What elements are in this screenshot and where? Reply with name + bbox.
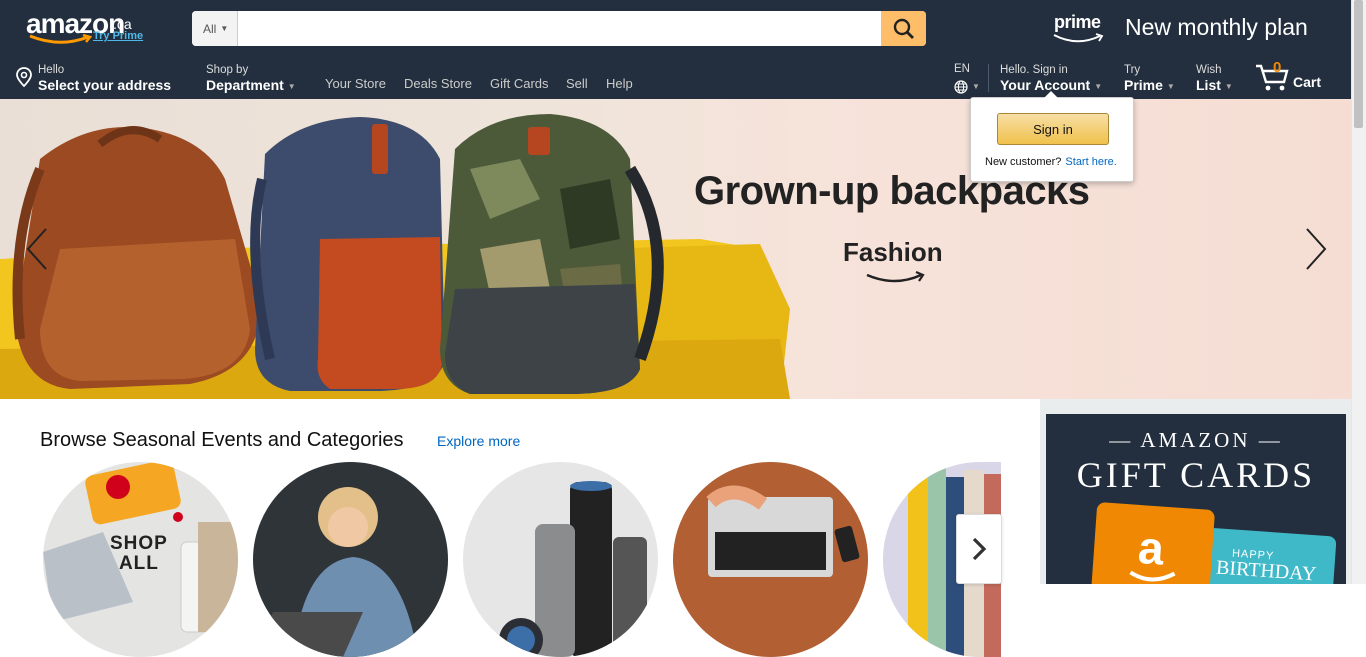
shop-all-line2: ALL bbox=[118, 553, 159, 574]
category-woman-laptop[interactable] bbox=[253, 462, 448, 657]
globe-icon bbox=[954, 80, 968, 94]
nav-link-your-store[interactable]: Your Store bbox=[325, 76, 386, 91]
try-prime-label-row: Prime ▼ bbox=[1124, 77, 1175, 95]
gift-cards-ad[interactable]: — AMAZON — GIFT CARDS HAPPY BIRTHDAY a bbox=[1046, 414, 1346, 584]
language-icon-row: ▼ bbox=[954, 78, 980, 96]
search-category-label: All bbox=[203, 21, 217, 36]
gift-ad-brand: — AMAZON — bbox=[1109, 428, 1283, 452]
department-label-row: Department ▼ bbox=[206, 77, 296, 95]
nav-link-help[interactable]: Help bbox=[606, 76, 633, 91]
wish-list-label: List bbox=[1196, 77, 1221, 93]
search-bar: All ▼ bbox=[192, 11, 926, 46]
try-prime-label: Prime bbox=[1124, 77, 1163, 93]
shop-all-line1: SHOP bbox=[110, 533, 168, 554]
prime-wordmark: prime bbox=[1054, 12, 1101, 32]
search-input[interactable] bbox=[238, 11, 881, 46]
address-greeting: Hello bbox=[38, 64, 65, 76]
gift-ad-title: GIFT CARDS bbox=[1076, 455, 1316, 495]
wish-list-menu[interactable]: Wish List ▼ bbox=[1196, 64, 1233, 95]
language-code: EN bbox=[954, 63, 970, 75]
logo-smile-icon bbox=[29, 34, 93, 44]
backpacks-image bbox=[0, 114, 790, 399]
department-label: Department bbox=[206, 77, 284, 93]
nav-link-sell[interactable]: Sell bbox=[566, 76, 588, 91]
search-icon bbox=[893, 18, 914, 39]
nav-divider bbox=[988, 64, 989, 92]
department-caption: Shop by bbox=[206, 64, 249, 76]
location-pin-icon bbox=[16, 67, 32, 87]
address-selector[interactable]: Hello Select your address bbox=[15, 64, 171, 94]
scrollbar-thumb[interactable] bbox=[1354, 0, 1363, 128]
signin-button[interactable]: Sign in bbox=[997, 113, 1109, 145]
new-customer-row: New customer? Start here. bbox=[985, 156, 1117, 168]
category-laptop-desk[interactable] bbox=[673, 462, 868, 657]
chevron-down-icon: ▼ bbox=[1094, 81, 1103, 91]
cart-icon bbox=[1256, 64, 1289, 91]
shop-all-label: SHOP ALL bbox=[110, 534, 168, 574]
cart-count-badge: 0 bbox=[1273, 59, 1282, 76]
hero-brand: Fashion bbox=[843, 237, 943, 267]
hero-smile-icon bbox=[866, 271, 925, 283]
account-greeting: Hello. Sign in bbox=[1000, 64, 1068, 76]
language-selector[interactable]: EN ▼ bbox=[954, 63, 980, 96]
amazon-logo[interactable]: amazon .ca Try Prime bbox=[26, 8, 151, 48]
chevron-down-icon: ▼ bbox=[1224, 81, 1233, 91]
chevron-left-icon[interactable] bbox=[24, 227, 50, 271]
hero-banner[interactable]: Grown-up backpacks Fashion bbox=[0, 99, 1351, 399]
start-here-link[interactable]: Start here. bbox=[1065, 156, 1116, 168]
wish-list-label-row: List ▼ bbox=[1196, 77, 1233, 95]
nav-link-gift-cards[interactable]: Gift Cards bbox=[490, 76, 549, 91]
category-echo-devices[interactable] bbox=[463, 462, 658, 657]
search-button[interactable] bbox=[881, 11, 926, 46]
prime-promo-text[interactable]: New monthly plan bbox=[1125, 14, 1308, 41]
amazon-card-image: a bbox=[1090, 501, 1216, 584]
cart-button[interactable]: Cart bbox=[1254, 60, 1324, 94]
try-prime-caption: Try bbox=[1124, 64, 1141, 76]
echo-devices-image bbox=[499, 481, 647, 657]
popover-arrow bbox=[1044, 91, 1058, 98]
new-customer-text: New customer? bbox=[985, 156, 1062, 168]
signin-popover: Sign in New customer? Start here. bbox=[970, 91, 1134, 182]
chevron-down-icon: ▼ bbox=[972, 82, 980, 92]
chevron-right-icon bbox=[972, 537, 987, 561]
cart-label: Cart bbox=[1293, 74, 1322, 90]
chevron-down-icon: ▼ bbox=[220, 24, 229, 33]
laptop-desk-image bbox=[706, 485, 860, 577]
department-menu[interactable]: Shop by Department ▼ bbox=[206, 64, 296, 95]
wish-list-caption: Wish bbox=[1196, 64, 1222, 76]
explore-more-link[interactable]: Explore more bbox=[437, 433, 520, 449]
search-category-dropdown[interactable]: All ▼ bbox=[192, 11, 238, 46]
browse-heading: Browse Seasonal Events and Categories bbox=[40, 429, 404, 451]
chevron-down-icon: ▼ bbox=[287, 81, 296, 91]
prime-smile-icon bbox=[1053, 33, 1104, 43]
chevron-down-icon: ▼ bbox=[1166, 81, 1175, 91]
try-prime-link[interactable]: Try Prime bbox=[93, 30, 143, 42]
chevron-right-icon[interactable] bbox=[1303, 227, 1329, 271]
woman-laptop-image bbox=[253, 487, 418, 657]
nav-link-deals-store[interactable]: Deals Store bbox=[404, 76, 472, 91]
amazon-a-icon: a bbox=[1129, 521, 1176, 582]
carousel-next-button[interactable] bbox=[956, 514, 1002, 584]
svg-text:a: a bbox=[1137, 521, 1167, 575]
address-label: Select your address bbox=[38, 77, 172, 93]
try-prime-menu[interactable]: Try Prime ▼ bbox=[1124, 64, 1175, 95]
